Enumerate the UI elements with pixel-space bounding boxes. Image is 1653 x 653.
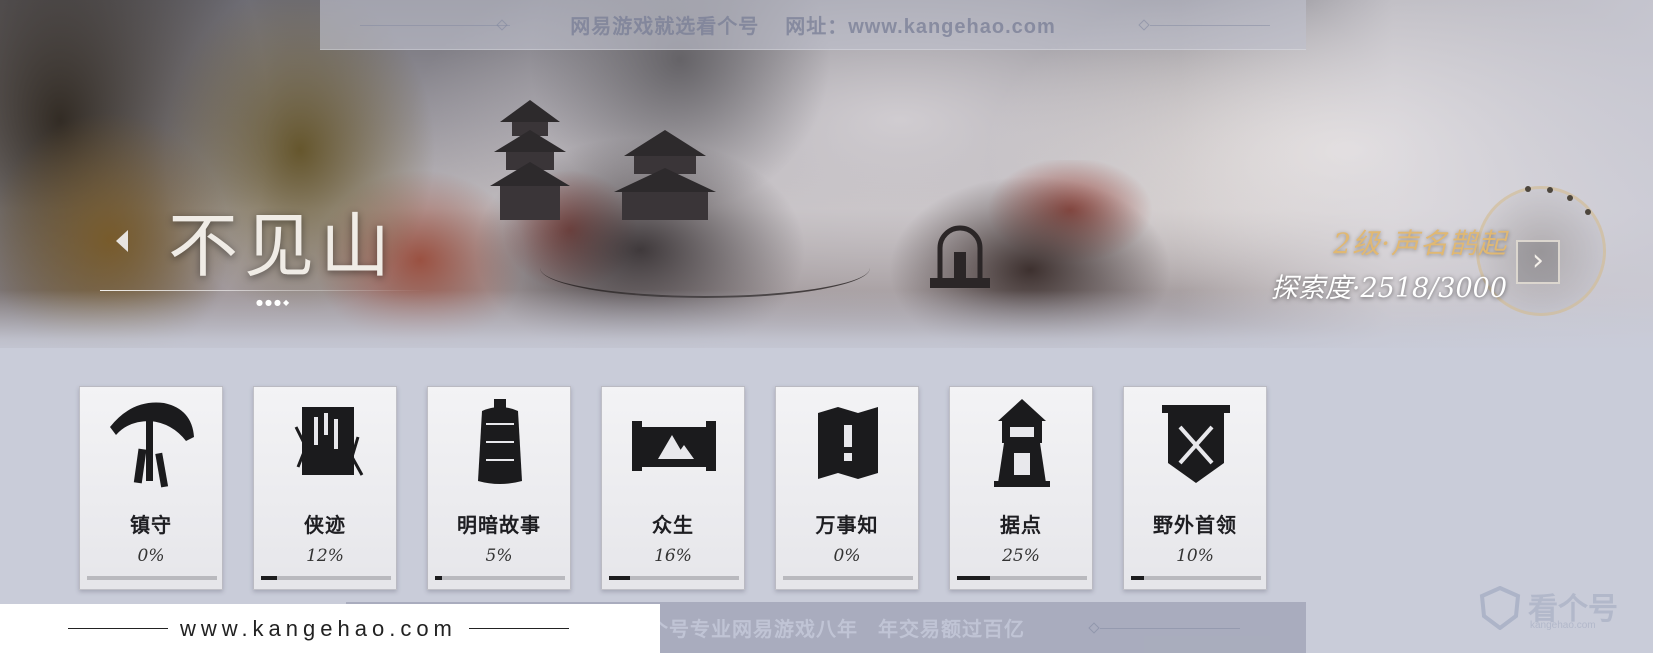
diamond-ornament xyxy=(1088,621,1100,634)
watermark-text: 年交易额过百亿 xyxy=(878,619,1025,641)
category-cards: 镇守 0% 侠迹 12% 明暗故事 5% 众生 16% 万事知 0% 据点 25… xyxy=(79,386,1269,591)
folded-map-icon xyxy=(818,407,878,479)
card-percent: 0% xyxy=(137,546,165,566)
card-progress-bar xyxy=(783,576,913,580)
card-progress-fill xyxy=(957,576,990,580)
umbrella-hat-icon xyxy=(110,402,194,488)
corner-logo: 看个号 kangehao.com xyxy=(1478,582,1653,642)
card-label: 众生 xyxy=(652,513,694,537)
card-label: 万事知 xyxy=(815,513,879,537)
card-percent: 5% xyxy=(485,546,513,566)
region-title-group: 不见山 ●●●◆ xyxy=(100,190,460,310)
card-label: 侠迹 xyxy=(304,513,346,537)
divider-line xyxy=(360,24,510,26)
region-status: 2级·声名鹊起 探索度·2518/3000 xyxy=(1271,222,1507,305)
crossed-swords-banner-icon xyxy=(1162,405,1230,483)
temple-silhouette xyxy=(614,130,716,220)
card-zhongsheng[interactable]: 众生 16% xyxy=(601,386,745,590)
divider-line xyxy=(68,628,168,629)
card-percent: 25% xyxy=(1002,546,1040,566)
diamond-ornament xyxy=(1138,18,1150,31)
diamond-ornament xyxy=(496,18,508,31)
card-progress-fill xyxy=(609,576,630,580)
card-progress-fill xyxy=(435,576,442,580)
page-dots-icon: ●●●◆ xyxy=(256,298,292,307)
card-progress-bar xyxy=(435,576,565,580)
card-wanshizhi[interactable]: 万事知 0% xyxy=(775,386,919,590)
watchtower-icon xyxy=(994,399,1050,487)
renown-level: 2级·声名鹊起 xyxy=(1333,227,1507,260)
ring-dot xyxy=(1525,186,1531,192)
shield-logo-icon xyxy=(1479,586,1521,630)
card-progress-fill xyxy=(1131,576,1144,580)
region-title: 不见山 xyxy=(168,205,396,287)
card-label: 野外首领 xyxy=(1153,513,1237,537)
card-progress-bar xyxy=(261,576,391,580)
ring-dot xyxy=(1547,187,1553,193)
logo-subtext: kangehao.com xyxy=(1530,620,1596,631)
scroll-book-icon xyxy=(294,407,364,476)
divider-line xyxy=(468,628,569,629)
card-mingan-gushi[interactable]: 明暗故事 5% xyxy=(427,386,571,590)
divider-line xyxy=(1150,24,1270,26)
painting-scroll-icon xyxy=(632,421,716,471)
card-progress-fill xyxy=(261,576,277,580)
card-percent: 16% xyxy=(654,546,692,566)
watermark-top: 网易游戏就选看个号 网址：www.kangehao.com xyxy=(320,0,1306,50)
card-zhenshou[interactable]: 镇守 0% xyxy=(79,386,223,590)
card-xiaji[interactable]: 侠迹 12% xyxy=(253,386,397,590)
exploration-progress: 探索度·2518/3000 xyxy=(1270,273,1507,304)
watermark-text: 网易游戏就选看个号 xyxy=(570,16,760,38)
ring-dot xyxy=(1567,195,1573,201)
watermark-text: 看个号专业网易游戏八年 xyxy=(627,619,858,641)
site-url: www.kangehao.com xyxy=(180,615,457,641)
divider-line xyxy=(1100,627,1240,629)
card-percent: 12% xyxy=(306,546,344,566)
title-underline xyxy=(100,290,430,291)
shrine-arch-silhouette xyxy=(930,225,990,288)
card-label: 镇守 xyxy=(130,513,172,537)
card-judian[interactable]: 据点 25% xyxy=(949,386,1093,590)
card-percent: 10% xyxy=(1176,546,1214,566)
left-triangle-icon[interactable] xyxy=(116,230,128,252)
site-strip: www.kangehao.com xyxy=(0,604,660,653)
card-progress-bar xyxy=(87,576,217,580)
bell-icon xyxy=(478,399,522,484)
card-yewai-shouling[interactable]: 野外首领 10% xyxy=(1123,386,1267,590)
chevron-right-icon[interactable]: › xyxy=(1516,240,1560,284)
card-progress-bar xyxy=(957,576,1087,580)
card-label: 据点 xyxy=(1000,513,1042,537)
card-progress-bar xyxy=(609,576,739,580)
ring-dot xyxy=(1585,209,1591,215)
pagoda-silhouette xyxy=(490,100,570,220)
card-label: 明暗故事 xyxy=(457,513,541,537)
card-percent: 0% xyxy=(833,546,861,566)
card-progress-bar xyxy=(1131,576,1261,580)
watermark-url: 网址：www.kangehao.com xyxy=(785,16,1056,38)
